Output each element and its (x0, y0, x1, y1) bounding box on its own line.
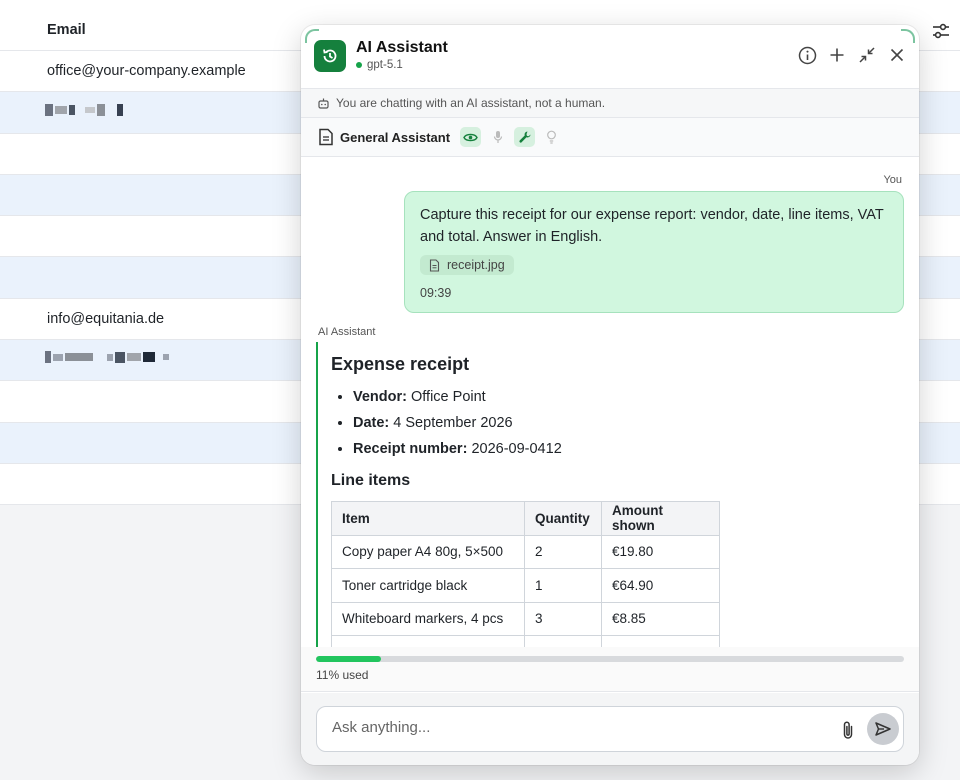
email-column-header[interactable]: Email (47, 22, 86, 38)
history-icon (323, 49, 337, 63)
table-cell: Copy paper A4 80g, 5×500 (331, 534, 525, 569)
table-cell: Toner cartridge black (331, 568, 525, 603)
table-cell: 2 (524, 534, 602, 569)
info-icon (798, 46, 816, 64)
user-message: Capture this receipt for our expense rep… (404, 191, 904, 313)
table-row: Copy paper A4 80g, 5×500 2 €19.80 (331, 534, 720, 569)
field-value: Office Point (411, 389, 486, 405)
message-time: 09:39 (420, 285, 452, 300)
plus-icon (830, 48, 844, 62)
field-value: 2026-09-0412 (471, 441, 562, 457)
assistant-toolbar: General Assistant (301, 118, 919, 157)
table-cell (331, 635, 525, 647)
table-header-row: Item Quantity Amount shown (331, 501, 720, 536)
filter-settings-icon[interactable] (932, 23, 950, 39)
usage-bar-fill (316, 656, 381, 662)
user-message-text: Capture this receipt for our expense rep… (420, 207, 884, 245)
vision-toggle[interactable] (460, 127, 482, 147)
usage-text: 11% used (316, 668, 369, 682)
composer (301, 693, 919, 765)
table-header-cell: Item (331, 501, 525, 536)
field-key: Vendor: (353, 389, 407, 405)
table-cell (524, 635, 602, 647)
assistant-logo (314, 40, 346, 72)
wrench-icon (518, 131, 531, 143)
email-cell: info@equitania.de (47, 310, 165, 327)
message-input-box (316, 706, 904, 752)
message-input[interactable] (332, 719, 812, 736)
notice-text: You are chatting with an AI assistant, n… (336, 96, 606, 110)
collapse-icon (859, 47, 875, 63)
panel-title: AI Assistant (356, 39, 448, 56)
close-icon (890, 48, 904, 62)
reply-subheading: Line items (331, 472, 411, 489)
reasoning-toggle[interactable] (541, 127, 562, 147)
table-header-cell: Amount shown (601, 501, 720, 536)
voice-toggle[interactable] (487, 127, 508, 147)
ai-disclosure-notice: You are chatting with an AI assistant, n… (301, 88, 919, 118)
table-cell: 1 (524, 568, 602, 603)
attachment-chip[interactable]: receipt.jpg (420, 255, 514, 275)
table-cell: €8.85 (601, 601, 720, 636)
reply-heading: Expense receipt (331, 354, 470, 374)
assistant-message: Expense receipt Vendor: Office Point Dat… (316, 342, 906, 647)
attachment-name: receipt.jpg (447, 258, 505, 272)
panel-header: AI Assistant gpt-5.1 (301, 25, 919, 88)
close-button[interactable] (887, 45, 907, 65)
redacted-value (45, 351, 169, 363)
sender-label: You (883, 174, 902, 186)
list-item: Vendor: Office Point (353, 384, 906, 410)
minimize-button[interactable] (857, 45, 877, 65)
field-key: Receipt number: (353, 441, 468, 457)
table-cell: €19.80 (601, 534, 720, 569)
table-header-cell: Quantity (524, 501, 602, 536)
table-cell (601, 635, 720, 647)
sender-label: AI Assistant (318, 326, 376, 338)
message-list[interactable]: You Capture this receipt for our expense… (301, 157, 919, 647)
field-key: Date: (353, 415, 390, 431)
send-icon (875, 722, 891, 736)
tools-toggle[interactable] (514, 127, 536, 147)
send-button[interactable] (867, 713, 899, 745)
table-cell: Whiteboard markers, 4 pcs (331, 601, 525, 636)
file-icon (429, 258, 440, 272)
list-item: Receipt number: 2026-09-0412 (353, 436, 906, 462)
table-cell: €64.90 (601, 568, 720, 603)
lightbulb-icon (547, 130, 556, 144)
field-value: 4 September 2026 (393, 415, 513, 431)
model-name: gpt-5.1 (367, 59, 403, 71)
ai-assistant-panel: AI Assistant gpt-5.1 You are chatting wi… (301, 25, 919, 765)
email-cell: office@your-company.example (47, 63, 246, 80)
microphone-icon (493, 131, 502, 143)
table-row: Toner cartridge black 1 €64.90 (331, 568, 720, 603)
redacted-value (45, 104, 123, 116)
table-row: Whiteboard markers, 4 pcs 3 €8.85 (331, 601, 720, 636)
model-indicator: gpt-5.1 (356, 59, 403, 71)
list-item: Date: 4 September 2026 (353, 410, 906, 436)
info-button[interactable] (797, 45, 817, 65)
robot-icon (318, 98, 329, 109)
receipt-fields: Vendor: Office Point Date: 4 September 2… (331, 384, 906, 462)
new-chat-button[interactable] (827, 45, 847, 65)
table-row (331, 635, 720, 647)
eye-icon (463, 133, 478, 141)
table-cell: 3 (524, 601, 602, 636)
usage-meter: 11% used (301, 647, 919, 692)
usage-bar (316, 656, 904, 662)
document-icon (319, 128, 333, 146)
attach-button[interactable] (839, 720, 857, 740)
assistant-selector[interactable]: General Assistant (340, 130, 450, 145)
status-dot (356, 62, 362, 68)
line-items-table: Item Quantity Amount shown Copy paper A4… (331, 501, 720, 647)
